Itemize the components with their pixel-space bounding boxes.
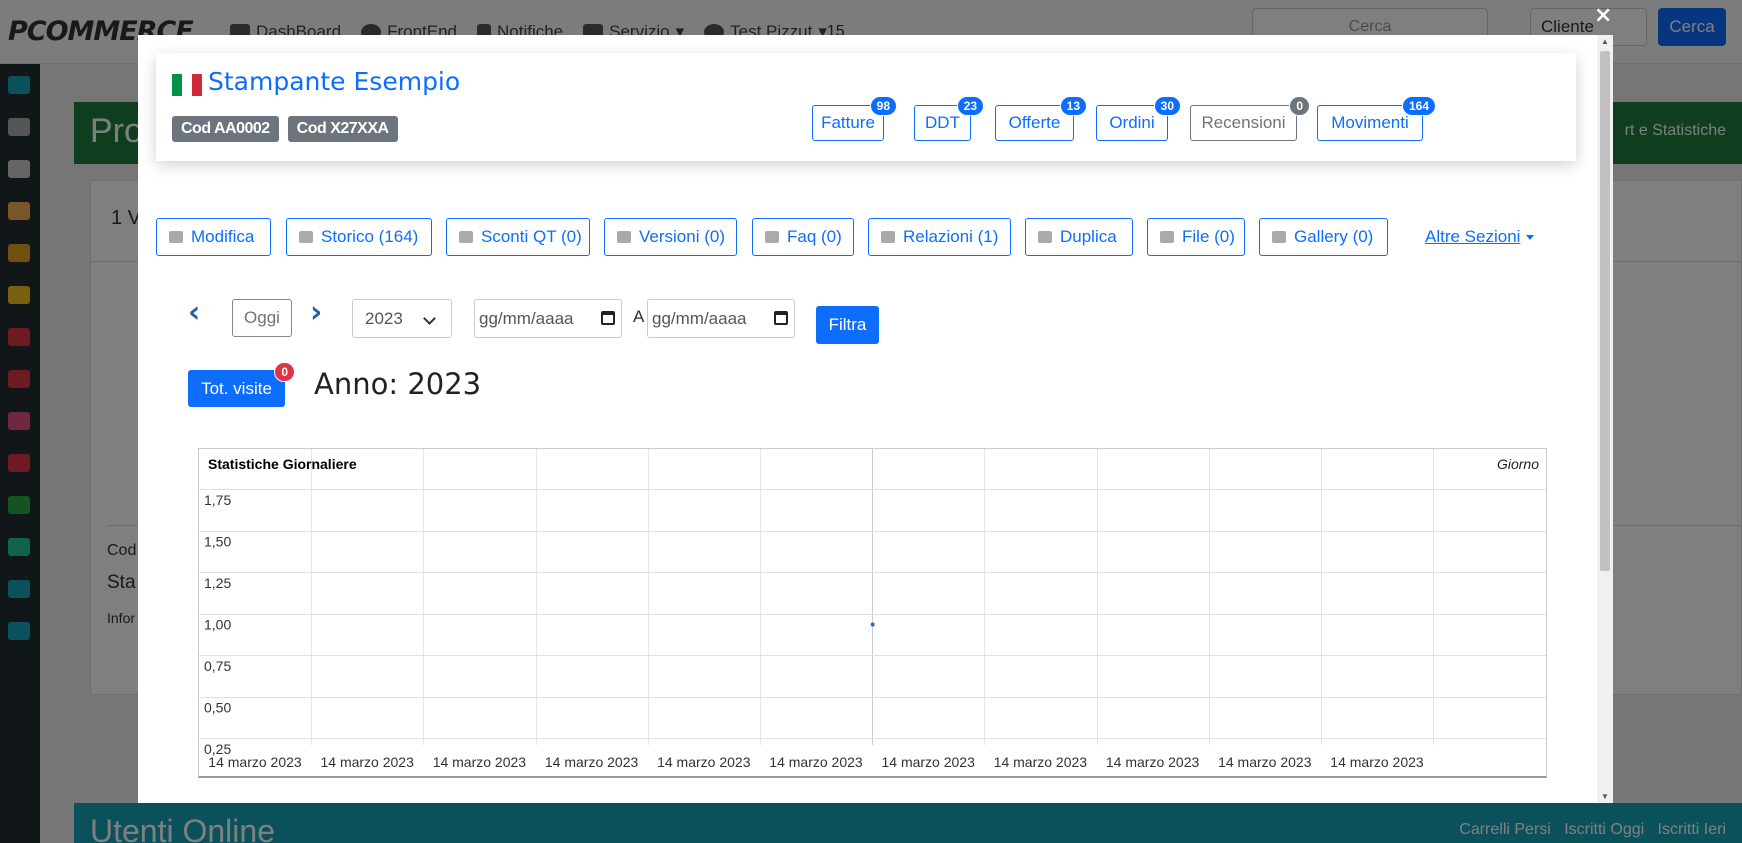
flag-band xyxy=(192,74,202,96)
ddt-button[interactable]: DDT 23 xyxy=(914,96,984,141)
x-tick-label: 14 marzo 2023 xyxy=(320,754,414,770)
date-placeholder: gg/mm/aaaa xyxy=(479,308,574,328)
anno-heading: Anno: 2023 xyxy=(314,367,482,401)
copy-icon xyxy=(1038,231,1052,243)
button-label: Fatture xyxy=(821,113,875,132)
y-tick-label: 0,50 xyxy=(204,700,231,716)
date-to-input[interactable]: gg/mm/aaaa xyxy=(647,299,795,338)
x-tick-label: 14 marzo 2023 xyxy=(1330,754,1424,770)
recensioni-button[interactable]: Recensioni 0 xyxy=(1190,96,1310,141)
italy-flag-icon xyxy=(172,74,202,96)
fatture-button[interactable]: Fatture 98 xyxy=(812,96,897,141)
button-label: DDT xyxy=(925,113,960,132)
movimenti-button[interactable]: Movimenti 164 xyxy=(1317,96,1436,141)
x-tick-label: 14 marzo 2023 xyxy=(769,754,863,770)
comment-icon xyxy=(765,231,779,243)
date-range-label: A xyxy=(633,307,645,326)
button-label: Duplica xyxy=(1060,227,1117,246)
count-badge: 0 xyxy=(1289,96,1310,116)
storico-button[interactable]: Storico (164) xyxy=(286,218,432,256)
year-select[interactable]: 2023 xyxy=(352,299,452,338)
count-badge: 13 xyxy=(1059,96,1087,116)
button-label: Modifica xyxy=(191,227,255,246)
count-badge: 164 xyxy=(1401,96,1436,116)
calendar-icon[interactable] xyxy=(774,311,788,325)
scroll-thumb[interactable] xyxy=(1600,51,1610,571)
x-tick-label: 14 marzo 2023 xyxy=(433,754,527,770)
x-tick-label: 14 marzo 2023 xyxy=(881,754,975,770)
altre-sezioni-dropdown[interactable]: Altre Sezioni xyxy=(1425,227,1534,247)
button-label: Faq (0) xyxy=(787,227,842,246)
y-tick-label: 1,50 xyxy=(204,534,231,550)
x-tick-label: 14 marzo 2023 xyxy=(657,754,751,770)
chart-legend-label: Giorno xyxy=(1497,456,1539,472)
file-button[interactable]: File (0) xyxy=(1147,218,1245,256)
relazioni-button[interactable]: Relazioni (1) xyxy=(868,218,1011,256)
y-tick-label: 1,25 xyxy=(204,575,231,591)
flag-band xyxy=(172,74,182,96)
scroll-up-icon[interactable]: ▲ xyxy=(1601,37,1609,46)
history-icon xyxy=(299,231,313,243)
faq-button[interactable]: Faq (0) xyxy=(752,218,854,256)
chart-svg: 1,751,501,251,000,750,500,25Statistiche … xyxy=(199,449,1546,770)
product-header-card: Stampante Esempio Cod AA0002 Cod X27XXA … xyxy=(156,53,1576,161)
x-tick-label: 14 marzo 2023 xyxy=(994,754,1088,770)
button-label: Tot. visite xyxy=(201,378,272,398)
duplica-button[interactable]: Duplica xyxy=(1025,218,1133,256)
daily-stats-chart: 1,75 1,50 1,25 1,00 0,75 0,50 0,25 Statistiche … xyxy=(198,448,1547,778)
modifica-button[interactable]: Modifica xyxy=(156,218,271,256)
close-icon[interactable]: × xyxy=(1594,3,1612,28)
button-label: Relazioni (1) xyxy=(903,227,999,246)
button-label: Offerte xyxy=(1008,113,1061,132)
ordini-button[interactable]: Ordini 30 xyxy=(1096,96,1181,141)
chart-title: Statistiche Giornaliere xyxy=(208,456,357,472)
code-badge: Cod AA0002 xyxy=(172,116,279,142)
count-badge: 30 xyxy=(1153,96,1181,116)
button-label: Versioni (0) xyxy=(639,227,725,246)
camera-icon xyxy=(1272,231,1286,243)
button-label: Ordini xyxy=(1109,113,1155,132)
chevron-left-icon[interactable]: ‹ xyxy=(188,298,210,328)
button-label: Gallery (0) xyxy=(1294,227,1374,246)
calendar-icon[interactable] xyxy=(601,311,615,325)
retweet-icon xyxy=(881,231,895,243)
percent-icon xyxy=(459,231,473,243)
count-badge: 98 xyxy=(869,96,897,116)
count-badge: 23 xyxy=(956,96,984,116)
data-point xyxy=(870,622,875,627)
button-label: Sconti QT (0) xyxy=(481,227,582,246)
paperclip-icon xyxy=(1160,231,1174,243)
chevron-right-icon[interactable]: › xyxy=(310,298,332,328)
product-codes: Cod AA0002 Cod X27XXA xyxy=(172,116,398,142)
button-label: Recensioni xyxy=(1201,113,1286,132)
y-tick-label: 1,00 xyxy=(204,617,231,633)
flag-band xyxy=(182,74,192,96)
button-label: File (0) xyxy=(1182,227,1235,246)
count-badge: 0 xyxy=(274,362,295,382)
x-tick-label: 14 marzo 2023 xyxy=(1218,754,1312,770)
y-tick-label: 0,75 xyxy=(204,658,231,674)
y-tick-label: 1,75 xyxy=(204,492,231,508)
tag-icon xyxy=(617,231,631,243)
button-label: Movimenti xyxy=(1331,113,1409,132)
x-tick-label: 14 marzo 2023 xyxy=(1106,754,1200,770)
date-from-input[interactable]: gg/mm/aaaa xyxy=(474,299,622,338)
offerte-button[interactable]: Offerte 13 xyxy=(995,96,1087,141)
x-tick-label: 14 marzo 2023 xyxy=(208,754,302,770)
gallery-button[interactable]: Gallery (0) xyxy=(1259,218,1388,256)
oggi-button[interactable]: Oggi xyxy=(232,299,292,337)
date-placeholder: gg/mm/aaaa xyxy=(652,308,747,328)
tot-visite-button[interactable]: Tot. visite 0 xyxy=(188,362,295,407)
scroll-down-icon[interactable]: ▼ xyxy=(1601,792,1609,801)
product-title[interactable]: Stampante Esempio xyxy=(208,67,460,96)
product-modal: ▲ ▼ Stampante Esempio Cod AA0002 Cod X27… xyxy=(138,35,1613,803)
pencil-icon xyxy=(169,231,183,243)
code-badge: Cod X27XXA xyxy=(287,116,398,142)
button-label: Storico (164) xyxy=(321,227,419,246)
filtra-button[interactable]: Filtra xyxy=(816,306,879,344)
versioni-button[interactable]: Versioni (0) xyxy=(604,218,737,256)
x-tick-label: 14 marzo 2023 xyxy=(545,754,639,770)
sconti-qt-button[interactable]: Sconti QT (0) xyxy=(446,218,590,256)
modal-scrollbar[interactable]: ▲ ▼ xyxy=(1597,35,1613,803)
